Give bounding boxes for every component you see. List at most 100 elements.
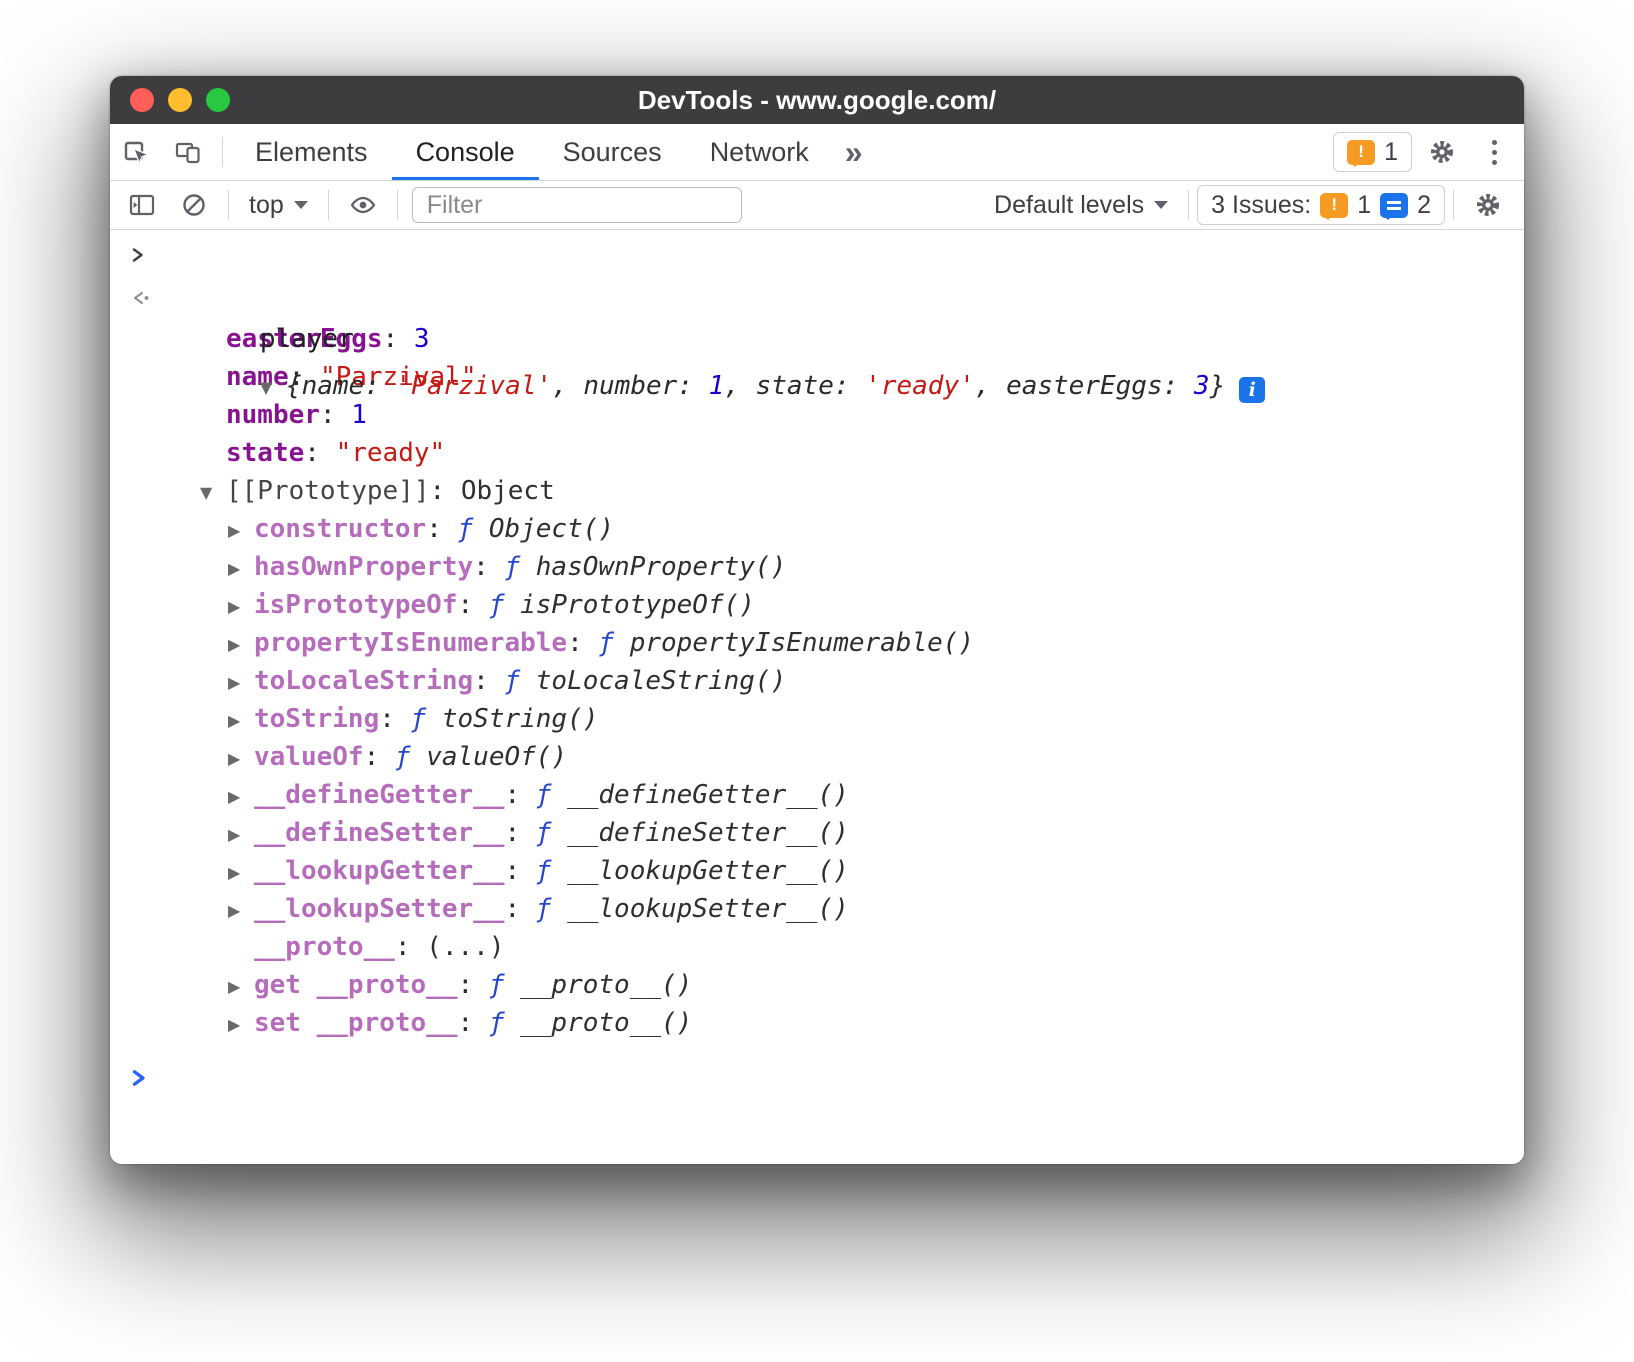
disclosure-right-icon[interactable]: [228, 892, 254, 930]
disclosure-right-icon[interactable]: [228, 550, 254, 588]
token-fnname: valueOf(): [426, 742, 567, 772]
minimize-button[interactable]: [168, 88, 192, 112]
tab-network[interactable]: Network: [686, 124, 833, 180]
token-punct: ,: [975, 371, 1006, 401]
command-chevron-icon: [130, 247, 146, 263]
disclosure-right-icon[interactable]: [228, 702, 254, 740]
close-button[interactable]: [130, 88, 154, 112]
eye-icon: [347, 190, 379, 220]
inspect-element-button[interactable]: [110, 124, 162, 180]
disclosure-down-icon[interactable]: [200, 474, 226, 512]
console-sidebar-toggle-button[interactable]: [116, 190, 168, 220]
console-filter-input[interactable]: [412, 187, 742, 223]
disclosure-right-icon[interactable]: [228, 512, 254, 550]
customize-devtools-button[interactable]: [1472, 137, 1516, 167]
colon: :: [458, 590, 489, 620]
property-row-tostring[interactable]: toString: ƒ toString(): [110, 700, 1524, 738]
more-tabs-button[interactable]: »: [833, 124, 875, 180]
console-prompt[interactable]: [110, 1058, 1524, 1098]
disclosure-right-icon[interactable]: [228, 968, 254, 1006]
colon: :: [364, 742, 395, 772]
separator: [1453, 190, 1454, 220]
separator: [222, 137, 223, 167]
info-icon[interactable]: i: [1239, 377, 1265, 403]
property-row-valueof[interactable]: valueOf: ƒ valueOf(): [110, 738, 1524, 776]
disclosure-right-icon[interactable]: [228, 664, 254, 702]
property-row-definesetter[interactable]: __defineSetter__: ƒ __defineSetter__(): [110, 814, 1524, 852]
log-levels-label: Default levels: [994, 191, 1144, 220]
property-row-constructor[interactable]: constructor: ƒ Object(): [110, 510, 1524, 548]
token-fnname: __defineSetter__(): [567, 818, 849, 848]
token-punct: ,: [724, 371, 755, 401]
separator: [228, 190, 229, 220]
clear-console-button[interactable]: [168, 190, 220, 220]
zoom-button[interactable]: [206, 88, 230, 112]
token-punct: :: [1163, 371, 1194, 401]
colon: :: [430, 476, 461, 506]
toggle-device-toolbar-button[interactable]: [162, 124, 214, 180]
token-key: easterEggs: [1006, 371, 1163, 401]
property-row-lookupsetter[interactable]: __lookupSetter__: ƒ __lookupSetter__(): [110, 890, 1524, 928]
issues-counter-button[interactable]: 3 Issues: ! 1 2: [1197, 185, 1445, 225]
separator: [328, 190, 329, 220]
token-string: 'Parzival': [396, 371, 553, 401]
property-row-isprototypeof[interactable]: isPrototypeOf: ƒ isPrototypeOf(): [110, 586, 1524, 624]
disclosure-right-icon[interactable]: [228, 778, 254, 816]
main-toolbar: ElementsConsoleSourcesNetwork » ! 1: [110, 124, 1524, 181]
disclosure-right-icon[interactable]: [228, 816, 254, 854]
console-messages[interactable]: player {name: 'Parzival', number: 1, sta…: [110, 230, 1524, 1164]
console-toolbar: top Default levels 3 Issues: ! 1 2: [110, 181, 1524, 230]
disclosure-down-icon[interactable]: [260, 366, 286, 410]
token-fn: ƒ: [489, 1008, 520, 1038]
console-result-row[interactable]: {name: 'Parzival', number: 1, state: 're…: [110, 276, 1524, 320]
disclosure-right-icon[interactable]: [228, 740, 254, 778]
create-live-expression-button[interactable]: [337, 190, 389, 220]
panel-tabs: ElementsConsoleSourcesNetwork: [231, 124, 833, 180]
token-string: "ready": [336, 438, 446, 468]
devtools-settings-button[interactable]: [1416, 137, 1468, 167]
tab-elements[interactable]: Elements: [231, 124, 392, 180]
token-object: (...): [426, 932, 504, 962]
tab-console[interactable]: Console: [392, 124, 539, 180]
property-row-propertyisenumerable[interactable]: propertyIsEnumerable: ƒ propertyIsEnumer…: [110, 624, 1524, 662]
result-arrow-icon: [130, 289, 152, 307]
colon: :: [458, 970, 489, 1000]
log-levels-selector[interactable]: Default levels: [982, 191, 1180, 220]
property-row-tolocalestring[interactable]: toLocaleString: ƒ toLocaleString(): [110, 662, 1524, 700]
tab-sources[interactable]: Sources: [539, 124, 686, 180]
token-brace: {: [286, 371, 302, 401]
token-number: 3: [1194, 371, 1210, 401]
traffic-lights: [130, 76, 230, 124]
token-punct: :: [677, 371, 708, 401]
titlebar[interactable]: DevTools - www.google.com/: [110, 76, 1524, 124]
context-label: top: [249, 191, 284, 220]
kebab-icon: [1492, 160, 1497, 165]
javascript-context-selector[interactable]: top: [237, 191, 320, 220]
issue-message-count: 2: [1417, 191, 1431, 220]
console-errors-button[interactable]: ! 1: [1333, 132, 1412, 172]
property-row-hasownproperty[interactable]: hasOwnProperty: ƒ hasOwnProperty(): [110, 548, 1524, 586]
issue-error-count: 1: [1357, 191, 1371, 220]
property-value: ƒ isPrototypeOf(): [489, 590, 755, 620]
disclosure-right-icon[interactable]: [228, 588, 254, 626]
property-row-definegetter[interactable]: __defineGetter__: ƒ __defineGetter__(): [110, 776, 1524, 814]
error-bubble-glyph: !: [1358, 142, 1364, 162]
console-settings-button[interactable]: [1462, 190, 1514, 220]
disclosure-right-icon[interactable]: [228, 1006, 254, 1044]
token-fn: ƒ: [411, 704, 442, 734]
property-row-prototype[interactable]: [[Prototype]]: Object: [110, 472, 1524, 510]
colon: :: [304, 438, 335, 468]
property-value: ƒ __proto__(): [489, 1008, 693, 1038]
disclosure-right-icon[interactable]: [228, 854, 254, 892]
issue-error-bubble-icon: !: [1320, 193, 1348, 218]
block-icon: [179, 190, 209, 220]
property-value: ƒ toLocaleString(): [504, 666, 786, 696]
token-key: state: [756, 371, 834, 401]
property-row-get-proto[interactable]: get __proto__: ƒ __proto__(): [110, 966, 1524, 1004]
property-name: propertyIsEnumerable: [254, 628, 567, 658]
disclosure-right-icon[interactable]: [228, 626, 254, 664]
property-row-lookupgetter[interactable]: __lookupGetter__: ƒ __lookupGetter__(): [110, 852, 1524, 890]
token-object: Object: [461, 476, 555, 506]
property-row-set-proto[interactable]: set __proto__: ƒ __proto__(): [110, 1004, 1524, 1042]
property-value: 3: [414, 324, 430, 354]
